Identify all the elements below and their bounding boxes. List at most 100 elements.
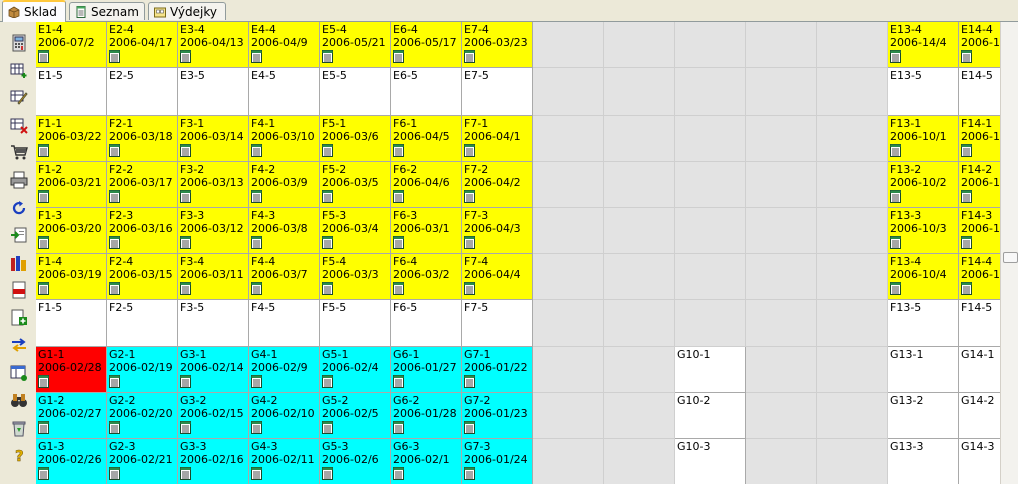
storage-cell-g6-1[interactable]: G6-1 2006-01/27 bbox=[391, 347, 462, 393]
storage-cell-g5-3[interactable]: G5-3 2006-02/6 bbox=[320, 439, 391, 484]
refresh-button[interactable] bbox=[10, 199, 28, 217]
storage-cell-g3-1[interactable]: G3-1 2006-02/14 bbox=[178, 347, 249, 393]
storage-cell-g1-2[interactable]: G1-2 2006-02/27 bbox=[36, 393, 107, 439]
import-button[interactable] bbox=[10, 226, 28, 244]
storage-cell-g5-2[interactable]: G5-2 2006-02/5 bbox=[320, 393, 391, 439]
storage-cell-g13-3[interactable]: G13-3 bbox=[888, 439, 959, 484]
storage-cell-e4-4[interactable]: E4-4 2006-04/9 bbox=[249, 22, 320, 68]
storage-cell-f7-5[interactable]: F7-5 bbox=[462, 300, 533, 347]
storage-cell-f6-4[interactable]: F6-4 2006-03/2 bbox=[391, 254, 462, 300]
storage-cell-f4-2[interactable]: F4-2 2006-03/9 bbox=[249, 162, 320, 208]
help-button[interactable]: ? bbox=[10, 446, 28, 464]
storage-cell-f13-2[interactable]: F13-2 2006-10/2 bbox=[888, 162, 959, 208]
storage-cell-e14-5[interactable]: E14-5 bbox=[959, 68, 1000, 116]
storage-cell-f1-5[interactable]: F1-5 bbox=[36, 300, 107, 347]
storage-cell-f6-1[interactable]: F6-1 2006-04/5 bbox=[391, 116, 462, 162]
storage-cell-f14-5[interactable]: F14-5 bbox=[959, 300, 1000, 347]
storage-cell-e2-5[interactable]: E2-5 bbox=[107, 68, 178, 116]
storage-cell-f6-2[interactable]: F6-2 2006-04/6 bbox=[391, 162, 462, 208]
pdf-button[interactable] bbox=[10, 281, 28, 299]
storage-cell-g3-3[interactable]: G3-3 2006-02/16 bbox=[178, 439, 249, 484]
storage-cell-e2-4[interactable]: E2-4 2006-04/17 bbox=[107, 22, 178, 68]
storage-cell-g5-1[interactable]: G5-1 2006-02/4 bbox=[320, 347, 391, 393]
swap-arrows-button[interactable] bbox=[10, 336, 28, 354]
storage-cell-e5-4[interactable]: E5-4 2006-05/21 bbox=[320, 22, 391, 68]
add-grid-button[interactable] bbox=[10, 61, 28, 79]
recycle-bin-button[interactable] bbox=[10, 419, 28, 437]
storage-cell-g6-2[interactable]: G6-2 2006-01/28 bbox=[391, 393, 462, 439]
storage-cell-f3-1[interactable]: F3-1 2006-03/14 bbox=[178, 116, 249, 162]
storage-cell-g2-2[interactable]: G2-2 2006-02/20 bbox=[107, 393, 178, 439]
storage-cell-f14-2[interactable]: F14-2 2006-1 bbox=[959, 162, 1000, 208]
vertical-scrollbar[interactable] bbox=[1000, 22, 1018, 484]
storage-cell-f13-5[interactable]: F13-5 bbox=[888, 300, 959, 347]
storage-cell-f4-3[interactable]: F4-3 2006-03/8 bbox=[249, 208, 320, 254]
storage-cell-f4-1[interactable]: F4-1 2006-03/10 bbox=[249, 116, 320, 162]
storage-cell-e13-4[interactable]: E13-4 2006-14/4 bbox=[888, 22, 959, 68]
storage-cell-e4-5[interactable]: E4-5 bbox=[249, 68, 320, 116]
storage-cell-e6-5[interactable]: E6-5 bbox=[391, 68, 462, 116]
edit-grid-button[interactable] bbox=[10, 88, 28, 106]
books-button[interactable] bbox=[10, 254, 28, 272]
storage-cell-g14-3[interactable]: G14-3 bbox=[959, 439, 1000, 484]
print-button[interactable] bbox=[10, 171, 28, 189]
storage-cell-f13-1[interactable]: F13-1 2006-10/1 bbox=[888, 116, 959, 162]
storage-cell-e5-5[interactable]: E5-5 bbox=[320, 68, 391, 116]
storage-cell-f6-3[interactable]: F6-3 2006-03/1 bbox=[391, 208, 462, 254]
storage-cell-f1-2[interactable]: F1-2 2006-03/21 bbox=[36, 162, 107, 208]
delete-grid-button[interactable] bbox=[10, 116, 28, 134]
storage-cell-f5-1[interactable]: F5-1 2006-03/6 bbox=[320, 116, 391, 162]
storage-cell-g10-1[interactable]: G10-1 bbox=[675, 347, 746, 393]
cart-button[interactable] bbox=[10, 143, 28, 161]
storage-cell-g1-1[interactable]: G1-1 2006-02/28 bbox=[36, 347, 107, 393]
storage-cell-e14-4[interactable]: E14-4 2006-1 bbox=[959, 22, 1000, 68]
storage-cell-g7-3[interactable]: G7-3 2006-01/24 bbox=[462, 439, 533, 484]
storage-cell-e7-4[interactable]: E7-4 2006-03/23 bbox=[462, 22, 533, 68]
storage-cell-f3-3[interactable]: F3-3 2006-03/12 bbox=[178, 208, 249, 254]
calculator-button[interactable] bbox=[10, 34, 28, 52]
storage-cell-f13-4[interactable]: F13-4 2006-10/4 bbox=[888, 254, 959, 300]
add-document-button[interactable] bbox=[10, 309, 28, 327]
storage-cell-f7-2[interactable]: F7-2 2006-04/2 bbox=[462, 162, 533, 208]
storage-cell-f3-2[interactable]: F3-2 2006-03/13 bbox=[178, 162, 249, 208]
storage-cell-f1-3[interactable]: F1-3 2006-03/20 bbox=[36, 208, 107, 254]
storage-cell-g6-3[interactable]: G6-3 2006-02/1 bbox=[391, 439, 462, 484]
tab-sklad[interactable]: Sklad bbox=[2, 0, 66, 22]
scrollbar-thumb[interactable] bbox=[1003, 252, 1018, 263]
storage-cell-g10-2[interactable]: G10-2 bbox=[675, 393, 746, 439]
storage-cell-g13-2[interactable]: G13-2 bbox=[888, 393, 959, 439]
storage-cell-f2-5[interactable]: F2-5 bbox=[107, 300, 178, 347]
storage-cell-e1-5[interactable]: E1-5 bbox=[36, 68, 107, 116]
storage-cell-g4-1[interactable]: G4-1 2006-02/9 bbox=[249, 347, 320, 393]
storage-cell-f3-5[interactable]: F3-5 bbox=[178, 300, 249, 347]
storage-cell-f1-1[interactable]: F1-1 2006-03/22 bbox=[36, 116, 107, 162]
storage-cell-f2-2[interactable]: F2-2 2006-03/17 bbox=[107, 162, 178, 208]
storage-cell-f2-1[interactable]: F2-1 2006-03/18 bbox=[107, 116, 178, 162]
storage-cell-g2-1[interactable]: G2-1 2006-02/19 bbox=[107, 347, 178, 393]
storage-cell-f7-4[interactable]: F7-4 2006-04/4 bbox=[462, 254, 533, 300]
binoculars-button[interactable] bbox=[10, 391, 28, 409]
storage-cell-g4-3[interactable]: G4-3 2006-02/11 bbox=[249, 439, 320, 484]
storage-cell-f14-3[interactable]: F14-3 2006-1 bbox=[959, 208, 1000, 254]
storage-cell-f1-4[interactable]: F1-4 2006-03/19 bbox=[36, 254, 107, 300]
storage-cell-g13-1[interactable]: G13-1 bbox=[888, 347, 959, 393]
storage-cell-f14-1[interactable]: F14-1 2006-1 bbox=[959, 116, 1000, 162]
storage-cell-e6-4[interactable]: E6-4 2006-05/17 bbox=[391, 22, 462, 68]
storage-cell-g1-3[interactable]: G1-3 2006-02/26 bbox=[36, 439, 107, 484]
storage-cell-g14-2[interactable]: G14-2 bbox=[959, 393, 1000, 439]
storage-cell-g7-1[interactable]: G7-1 2006-01/22 bbox=[462, 347, 533, 393]
storage-cell-e7-5[interactable]: E7-5 bbox=[462, 68, 533, 116]
storage-cell-f4-5[interactable]: F4-5 bbox=[249, 300, 320, 347]
storage-cell-f7-1[interactable]: F7-1 2006-04/1 bbox=[462, 116, 533, 162]
table-settings-button[interactable] bbox=[10, 364, 28, 382]
storage-cell-g14-1[interactable]: G14-1 bbox=[959, 347, 1000, 393]
storage-cell-f7-3[interactable]: F7-3 2006-04/3 bbox=[462, 208, 533, 254]
storage-cell-g7-2[interactable]: G7-2 2006-01/23 bbox=[462, 393, 533, 439]
storage-cell-e13-5[interactable]: E13-5 bbox=[888, 68, 959, 116]
storage-cell-f4-4[interactable]: F4-4 2006-03/7 bbox=[249, 254, 320, 300]
storage-cell-e1-4[interactable]: E1-4 2006-07/2 bbox=[36, 22, 107, 68]
storage-cell-f14-4[interactable]: F14-4 2006-1 bbox=[959, 254, 1000, 300]
storage-cell-f13-3[interactable]: F13-3 2006-10/3 bbox=[888, 208, 959, 254]
tab-seznam[interactable]: Seznam bbox=[69, 2, 145, 20]
storage-cell-f2-4[interactable]: F2-4 2006-03/15 bbox=[107, 254, 178, 300]
